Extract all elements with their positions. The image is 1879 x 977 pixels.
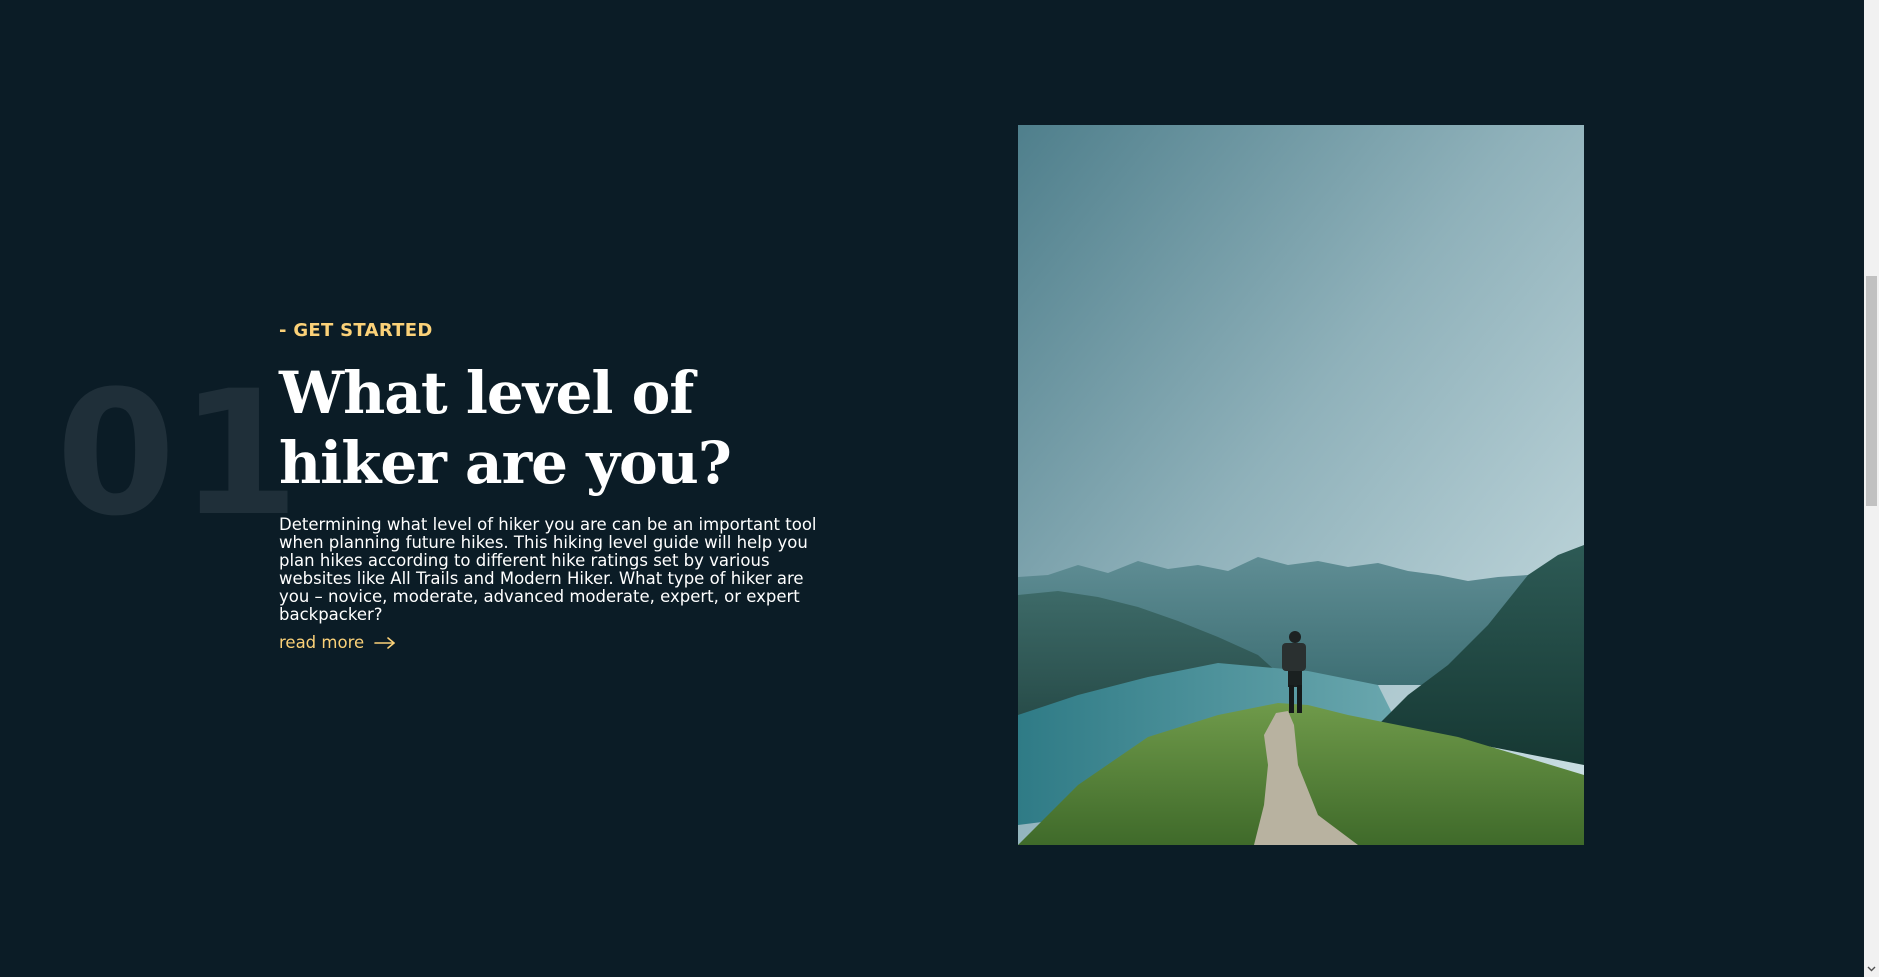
read-more-link[interactable]: read more xyxy=(279,633,396,652)
section-number: 01 xyxy=(56,353,304,554)
description-text: Determining what level of hiker you are … xyxy=(279,515,817,624)
scroll-down-icon[interactable] xyxy=(1867,964,1876,973)
read-more-label: read more xyxy=(279,633,365,652)
intro-content: - GET STARTED What level of hiker are yo… xyxy=(279,320,839,652)
eyebrow-label: - GET STARTED xyxy=(279,320,433,341)
page: 01 - GET STARTED What level of hiker are… xyxy=(0,0,1879,977)
page-title: What level of hiker are you? xyxy=(279,359,732,497)
scrollbar-thumb[interactable] xyxy=(1866,276,1877,506)
arrow-right-icon xyxy=(374,636,395,649)
vertical-scrollbar[interactable] xyxy=(1864,0,1879,977)
hiker-photo xyxy=(1018,125,1584,845)
